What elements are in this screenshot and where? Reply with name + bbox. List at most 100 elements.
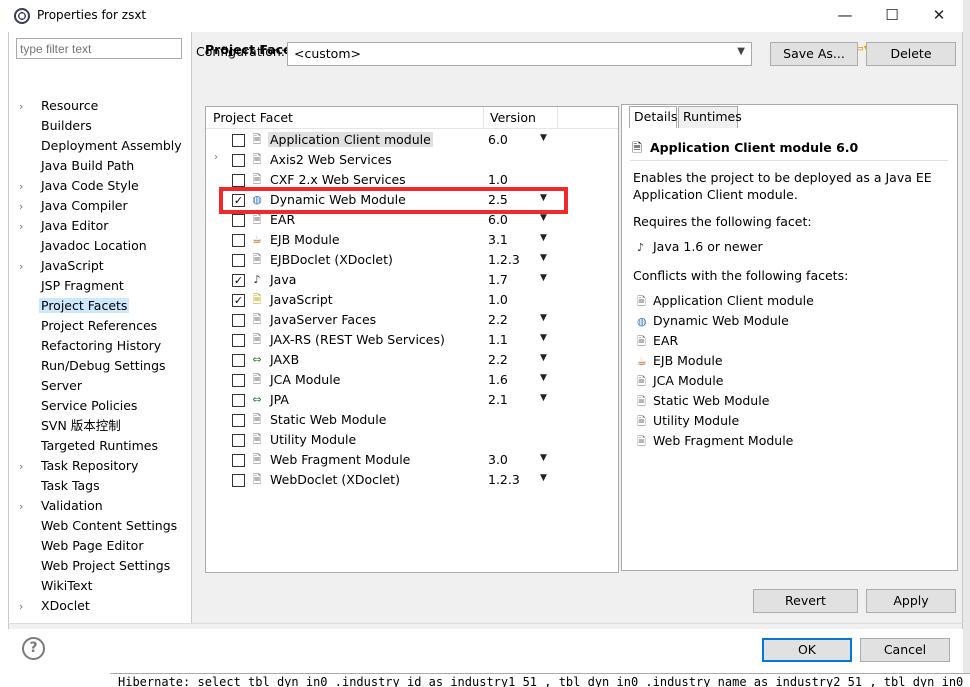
facet-checkbox[interactable] bbox=[232, 374, 245, 387]
sidebar-item[interactable]: › Validation bbox=[19, 497, 105, 515]
version-dropdown-icon[interactable]: ▼ bbox=[540, 313, 547, 323]
chevron-right-icon[interactable]: › bbox=[19, 598, 39, 616]
facet-checkbox[interactable]: ✓ bbox=[232, 274, 245, 287]
chevron-right-icon[interactable]: › bbox=[19, 258, 39, 276]
eclipse-icon bbox=[14, 8, 30, 24]
version-dropdown-icon[interactable]: ▼ bbox=[540, 273, 547, 283]
sidebar-item[interactable]: Service Policies bbox=[19, 397, 139, 415]
sidebar-item[interactable]: SVN 版本控制 bbox=[19, 417, 123, 435]
facet-row[interactable]: ⇔ JPA 2.1 ▼ bbox=[206, 390, 618, 410]
sidebar-item[interactable]: Project References bbox=[19, 317, 159, 335]
facet-row[interactable]: 🗎 EJBDoclet (XDoclet) 1.2.3 ▼ bbox=[206, 250, 618, 270]
facet-row[interactable]: ✓ ♪ Java 1.7 ▼ bbox=[206, 270, 618, 290]
tab-runtimes[interactable]: Runtimes bbox=[678, 106, 742, 128]
sidebar-item[interactable]: Javadoc Location bbox=[19, 237, 149, 255]
version-dropdown-icon[interactable]: ▼ bbox=[540, 133, 547, 143]
page-icon: 🗎 bbox=[252, 173, 262, 186]
chevron-right-icon[interactable]: › bbox=[214, 152, 218, 163]
facet-checkbox[interactable] bbox=[232, 474, 245, 487]
chevron-right-icon[interactable]: › bbox=[19, 498, 39, 516]
facet-checkbox[interactable] bbox=[232, 334, 245, 347]
facet-row[interactable]: 🗎 JAX-RS (REST Web Services) 1.1 ▼ bbox=[206, 330, 618, 350]
facet-checkbox[interactable] bbox=[232, 434, 245, 447]
sidebar-item[interactable]: Run/Debug Settings bbox=[19, 357, 168, 375]
facet-row[interactable]: 🗎 Web Fragment Module 3.0 ▼ bbox=[206, 450, 618, 470]
sidebar-item[interactable]: › XDoclet bbox=[19, 597, 92, 615]
chevron-right-icon[interactable]: › bbox=[19, 218, 39, 236]
facet-row[interactable]: › 🗎 Axis2 Web Services bbox=[206, 150, 618, 170]
apply-button[interactable]: Apply bbox=[866, 589, 956, 613]
facet-checkbox[interactable] bbox=[232, 454, 245, 467]
sidebar-item[interactable]: Web Content Settings bbox=[19, 517, 179, 535]
facet-row[interactable]: 🗎 Static Web Module bbox=[206, 410, 618, 430]
maximize-button[interactable]: ☐ bbox=[869, 0, 915, 30]
facet-row[interactable]: ☕ EJB Module 3.1 ▼ bbox=[206, 230, 618, 250]
chevron-right-icon[interactable]: › bbox=[19, 98, 39, 116]
facet-row[interactable]: ⇔ JAXB 2.2 ▼ bbox=[206, 350, 618, 370]
chevron-right-icon[interactable]: › bbox=[19, 458, 39, 476]
sidebar-item[interactable]: Task Tags bbox=[19, 477, 102, 495]
version-dropdown-icon[interactable]: ▼ bbox=[540, 373, 547, 383]
facet-checkbox[interactable] bbox=[232, 234, 245, 247]
facet-row[interactable]: ✓ 🗎 JavaScript 1.0 bbox=[206, 290, 618, 310]
facet-checkbox[interactable] bbox=[232, 214, 245, 227]
version-dropdown-icon[interactable]: ▼ bbox=[540, 333, 547, 343]
sidebar-item[interactable]: Web Page Editor bbox=[19, 537, 145, 555]
sidebar-item[interactable]: › Task Repository bbox=[19, 457, 140, 475]
facet-row[interactable]: 🗎 Application Client module 6.0 ▼ bbox=[206, 130, 618, 150]
sidebar-item[interactable]: › JavaScript bbox=[19, 257, 106, 275]
sidebar-item[interactable]: Deployment Assembly bbox=[19, 137, 184, 155]
sidebar-item[interactable]: › Java Code Style bbox=[19, 177, 141, 195]
sidebar-item[interactable]: Builders bbox=[19, 117, 94, 135]
sidebar-item[interactable]: WikiText bbox=[19, 577, 95, 595]
facet-row[interactable]: 🗎 WebDoclet (XDoclet) 1.2.3 ▼ bbox=[206, 470, 618, 490]
revert-button[interactable]: Revert bbox=[753, 589, 858, 613]
facet-checkbox[interactable]: ✓ bbox=[232, 294, 245, 307]
filter-input[interactable] bbox=[16, 38, 182, 59]
facet-row[interactable]: 🗎 Utility Module bbox=[206, 430, 618, 450]
sidebar-item[interactable]: JSP Fragment bbox=[19, 277, 126, 295]
version-dropdown-icon[interactable]: ▼ bbox=[540, 393, 547, 403]
facet-checkbox[interactable] bbox=[232, 154, 245, 167]
help-icon[interactable]: ? bbox=[22, 637, 45, 660]
facet-checkbox[interactable] bbox=[232, 414, 245, 427]
version-dropdown-icon[interactable]: ▼ bbox=[540, 253, 547, 263]
page-icon: 🗎 bbox=[637, 295, 646, 308]
facet-row[interactable]: 🗎 JavaServer Faces 2.2 ▼ bbox=[206, 310, 618, 330]
facet-row[interactable]: 🗎 JCA Module 1.6 ▼ bbox=[206, 370, 618, 390]
chevron-right-icon[interactable]: › bbox=[19, 198, 39, 216]
close-button[interactable]: ✕ bbox=[916, 0, 962, 30]
ok-button[interactable]: OK bbox=[762, 638, 852, 662]
minimize-button[interactable]: — bbox=[822, 0, 868, 30]
chevron-right-icon[interactable]: › bbox=[19, 178, 39, 196]
save-as-button[interactable]: Save As... bbox=[770, 42, 858, 66]
cancel-button[interactable]: Cancel bbox=[860, 638, 950, 662]
version-dropdown-icon[interactable]: ▼ bbox=[540, 353, 547, 363]
sidebar-item[interactable]: › Java Editor bbox=[19, 217, 110, 235]
column-version[interactable]: Version bbox=[490, 110, 536, 125]
facet-checkbox[interactable] bbox=[232, 314, 245, 327]
tab-details[interactable]: Details bbox=[629, 106, 677, 128]
column-project-facet[interactable]: Project Facet bbox=[213, 110, 293, 125]
facet-checkbox[interactable] bbox=[232, 254, 245, 267]
sidebar-item[interactable]: Project Facets bbox=[19, 297, 130, 315]
version-dropdown-icon[interactable]: ▼ bbox=[540, 453, 547, 463]
sidebar-item[interactable]: › Java Compiler bbox=[19, 197, 130, 215]
sidebar-item[interactable]: › Resource bbox=[19, 97, 100, 115]
sidebar-item[interactable]: Java Build Path bbox=[19, 157, 136, 175]
delete-button[interactable]: Delete bbox=[866, 42, 956, 66]
facet-checkbox[interactable] bbox=[232, 394, 245, 407]
facet-checkbox[interactable] bbox=[232, 134, 245, 147]
sidebar-item[interactable]: Refactoring History bbox=[19, 337, 163, 355]
sidebar-item[interactable]: Targeted Runtimes bbox=[19, 437, 160, 455]
version-dropdown-icon[interactable]: ▼ bbox=[540, 213, 547, 223]
sidebar-item[interactable]: Server bbox=[19, 377, 84, 395]
sidebar-item[interactable]: Web Project Settings bbox=[19, 557, 172, 575]
facet-version: 1.2.3 bbox=[488, 472, 520, 487]
configuration-select[interactable]: <custom> ▼ bbox=[287, 42, 752, 66]
version-dropdown-icon[interactable]: ▼ bbox=[540, 473, 547, 483]
version-dropdown-icon[interactable]: ▼ bbox=[540, 233, 547, 243]
facet-checkbox[interactable] bbox=[232, 354, 245, 367]
facet-name: WebDoclet (XDoclet) bbox=[270, 472, 400, 487]
facet-checkbox[interactable] bbox=[232, 174, 245, 187]
